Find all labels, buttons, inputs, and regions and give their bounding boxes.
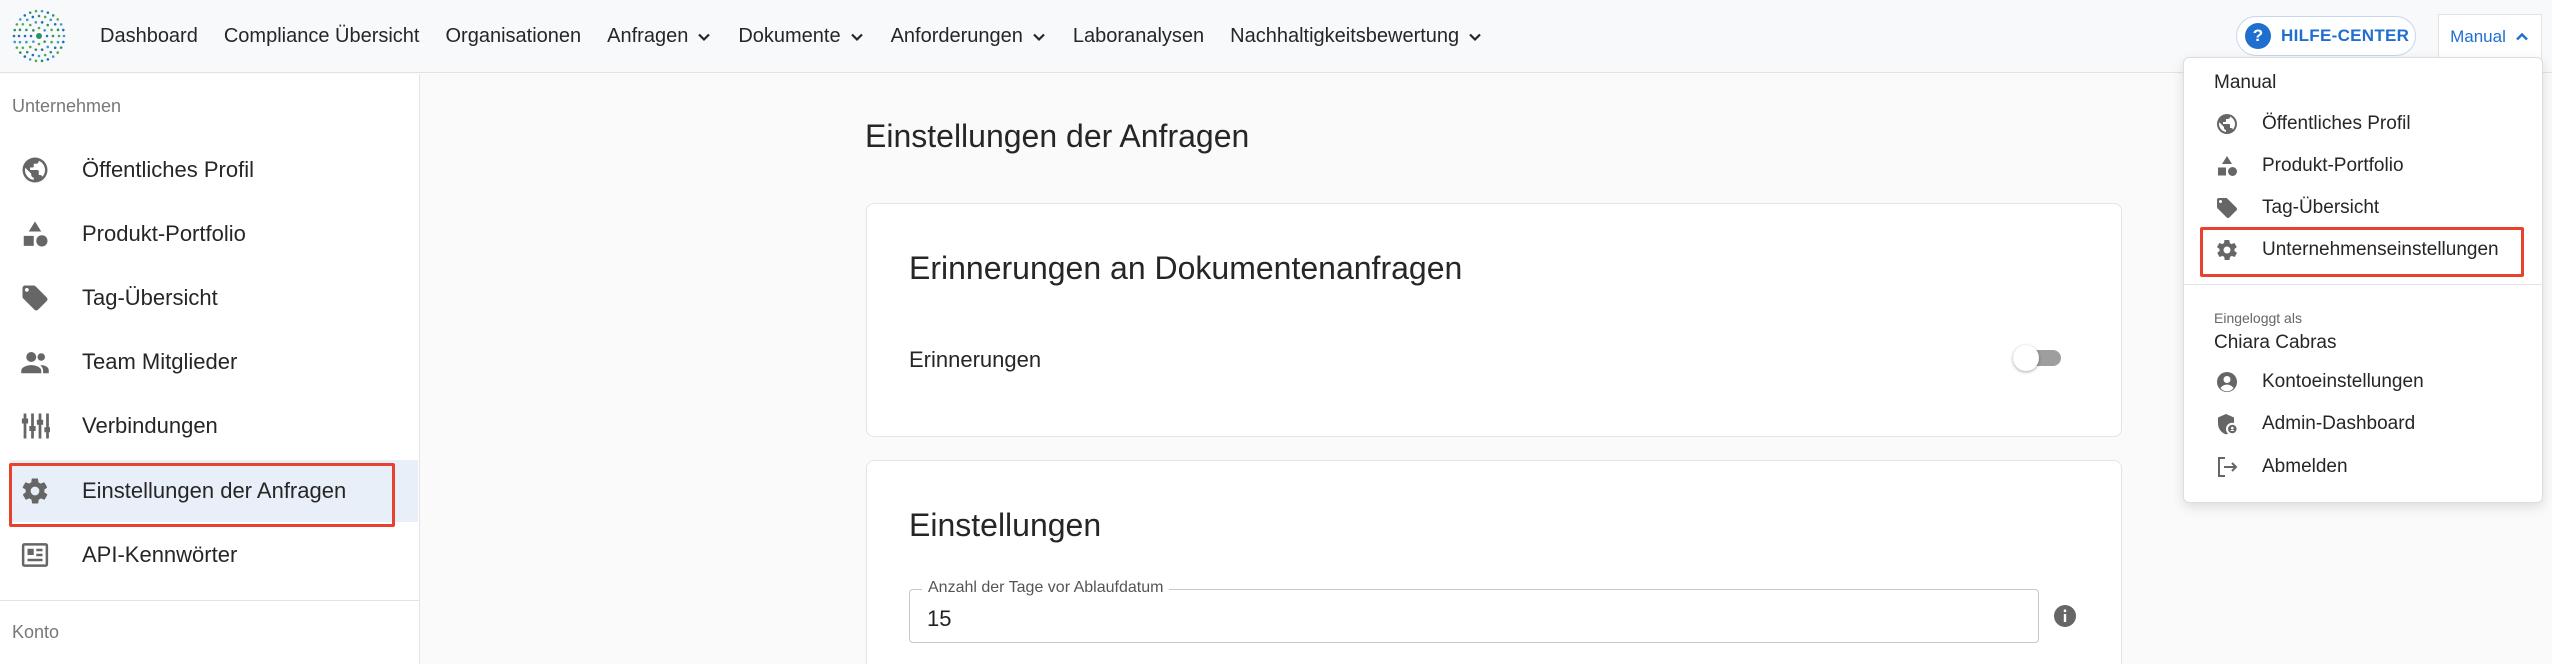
gear-icon bbox=[18, 474, 52, 508]
nav-label: Anforderungen bbox=[890, 25, 1023, 47]
help-center-button[interactable]: ? HILFE-CENTER bbox=[2236, 16, 2416, 56]
nav-documents[interactable]: Dokumente bbox=[738, 25, 864, 48]
sidebar-item-label: API-Kennwörter bbox=[82, 542, 238, 567]
main-nav: Dashboard Compliance Übersicht Organisat… bbox=[100, 0, 1509, 73]
tag-icon bbox=[2214, 195, 2240, 221]
nav-label: Dokumente bbox=[738, 25, 841, 47]
settings-card: Einstellungen Anzahl der Tage vor Ablauf… bbox=[866, 460, 2122, 664]
menu-item-admin-dashboard[interactable]: Admin-Dashboard bbox=[2214, 406, 2415, 442]
account-circle-icon bbox=[2214, 369, 2240, 395]
logged-in-label: Eingeloggt als bbox=[2214, 310, 2302, 326]
user-menu-label: Manual bbox=[2450, 26, 2506, 46]
menu-item-label: Abmelden bbox=[2262, 456, 2348, 477]
menu-item-label: Kontoeinstellungen bbox=[2262, 371, 2424, 392]
sidebar-section-company: Unternehmen bbox=[12, 96, 122, 116]
top-navigation-bar: Dashboard Compliance Übersicht Organisat… bbox=[0, 0, 2552, 73]
admin-shield-icon bbox=[2214, 411, 2240, 437]
nav-label: Compliance Übersicht bbox=[223, 25, 420, 47]
days-before-expiry-label: Anzahl der Tage vor Ablaufdatum bbox=[922, 579, 1170, 597]
sidebar-item-product-portfolio[interactable]: Produkt-Portfolio bbox=[10, 203, 418, 265]
reminders-card-title: Erinnerungen an Dokumentenanfragen bbox=[909, 250, 1463, 286]
globe-icon bbox=[2214, 111, 2240, 137]
user-menu-button[interactable]: Manual bbox=[2438, 14, 2542, 58]
menu-item-label: Tag-Übersicht bbox=[2262, 197, 2380, 218]
sliders-icon bbox=[18, 409, 52, 443]
reminders-card: Erinnerungen an Dokumentenanfragen Erinn… bbox=[866, 203, 2122, 437]
menu-heading: Manual bbox=[2214, 72, 2277, 93]
chevron-down-icon bbox=[850, 33, 863, 41]
sidebar-item-request-settings[interactable]: Einstellungen der Anfragen bbox=[10, 460, 418, 522]
nav-label: Laboranalysen bbox=[1072, 25, 1205, 47]
menu-item-label: Unternehmenseinstellungen bbox=[2262, 239, 2499, 260]
help-icon: ? bbox=[2245, 23, 2271, 49]
api-key-icon bbox=[18, 538, 52, 572]
nav-label: Anfragen bbox=[607, 25, 689, 47]
help-center-label: HILFE-CENTER bbox=[2281, 26, 2410, 45]
sidebar-item-api-passwords[interactable]: API-Kennwörter bbox=[10, 524, 418, 586]
nav-label: Dashboard bbox=[100, 25, 198, 47]
sidebar-item-team-members[interactable]: Team Mitglieder bbox=[10, 331, 418, 393]
days-before-expiry-value: 15 bbox=[927, 606, 952, 631]
nav-lab-analyses[interactable]: Laboranalysen bbox=[1073, 25, 1204, 48]
user-name: Chiara Cabras bbox=[2214, 332, 2337, 353]
nav-dashboard[interactable]: Dashboard bbox=[100, 25, 198, 48]
chevron-up-icon bbox=[2516, 32, 2528, 40]
chevron-down-icon bbox=[1469, 33, 1481, 41]
settings-card-title: Einstellungen bbox=[909, 507, 1102, 543]
nav-organisations[interactable]: Organisationen bbox=[445, 25, 581, 48]
page-title: Einstellungen der Anfragen bbox=[865, 118, 1250, 154]
tag-icon bbox=[18, 281, 52, 315]
nav-compliance[interactable]: Compliance Übersicht bbox=[224, 25, 420, 48]
nav-requirements[interactable]: Anforderungen bbox=[891, 25, 1047, 48]
menu-item-account-settings[interactable]: Kontoeinstellungen bbox=[2214, 364, 2424, 400]
reminders-toggle-label: Erinnerungen bbox=[909, 347, 1042, 372]
sidebar-item-label: Tag-Übersicht bbox=[82, 285, 218, 310]
sidebar-item-tag-overview[interactable]: Tag-Übersicht bbox=[10, 267, 418, 329]
sidebar-item-label: Einstellungen der Anfragen bbox=[82, 478, 347, 503]
menu-item-public-profile[interactable]: Öffentliches Profil bbox=[2214, 106, 2411, 142]
globe-icon bbox=[18, 153, 52, 187]
sidebar-item-label: Produkt-Portfolio bbox=[82, 221, 246, 246]
people-icon bbox=[18, 345, 52, 379]
sidebar-section-account: Konto bbox=[12, 622, 60, 642]
menu-item-label: Admin-Dashboard bbox=[2262, 413, 2416, 434]
days-before-expiry-field[interactable]: Anzahl der Tage vor Ablaufdatum 15 bbox=[909, 579, 2039, 643]
nav-sustainability[interactable]: Nachhaltigkeitsbewertung bbox=[1230, 25, 1483, 48]
nav-label: Nachhaltigkeitsbewertung bbox=[1230, 25, 1460, 47]
menu-item-product-portfolio[interactable]: Produkt-Portfolio bbox=[2214, 148, 2404, 184]
menu-item-tag-overview[interactable]: Tag-Übersicht bbox=[2214, 190, 2379, 226]
sidebar-item-connections[interactable]: Verbindungen bbox=[10, 395, 418, 457]
chevron-down-icon bbox=[698, 33, 711, 41]
user-dropdown-menu: Manual Öffentliches Profil Produkt-Portf… bbox=[2183, 57, 2544, 503]
menu-item-label: Öffentliches Profil bbox=[2262, 113, 2411, 134]
gear-icon bbox=[2214, 237, 2240, 263]
chevron-down-icon bbox=[1033, 33, 1045, 41]
nav-requests[interactable]: Anfragen bbox=[607, 25, 712, 48]
sidebar-item-label: Verbindungen bbox=[82, 413, 218, 438]
sidebar-item-label: Team Mitglieder bbox=[82, 349, 238, 374]
company-logo[interactable] bbox=[12, 9, 66, 63]
menu-item-logout[interactable]: Abmelden bbox=[2214, 449, 2348, 485]
sidebar: Unternehmen Öffentliches Profil Produkt-… bbox=[0, 74, 420, 664]
menu-item-label: Produkt-Portfolio bbox=[2262, 155, 2404, 176]
sidebar-item-label: Öffentliches Profil bbox=[82, 157, 255, 182]
info-icon[interactable] bbox=[2053, 604, 2077, 628]
sidebar-divider bbox=[0, 600, 420, 601]
logout-icon bbox=[2214, 454, 2240, 480]
shapes-icon bbox=[2214, 153, 2240, 179]
menu-divider bbox=[2184, 284, 2544, 285]
shapes-icon bbox=[18, 217, 52, 251]
menu-item-company-settings[interactable]: Unternehmenseinstellungen bbox=[2214, 232, 2499, 268]
reminders-toggle[interactable] bbox=[2013, 343, 2061, 371]
nav-label: Organisationen bbox=[445, 25, 582, 47]
sidebar-item-public-profile[interactable]: Öffentliches Profil bbox=[10, 139, 418, 201]
toggle-thumb bbox=[2013, 345, 2039, 371]
